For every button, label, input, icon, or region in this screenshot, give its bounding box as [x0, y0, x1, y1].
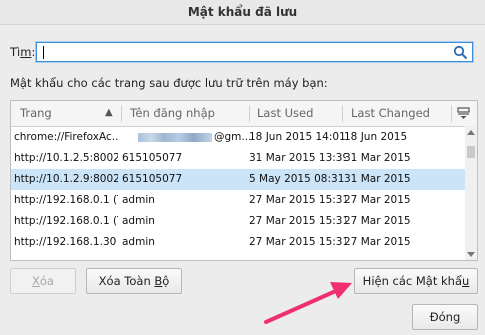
annotation-arrow-icon	[264, 282, 352, 324]
